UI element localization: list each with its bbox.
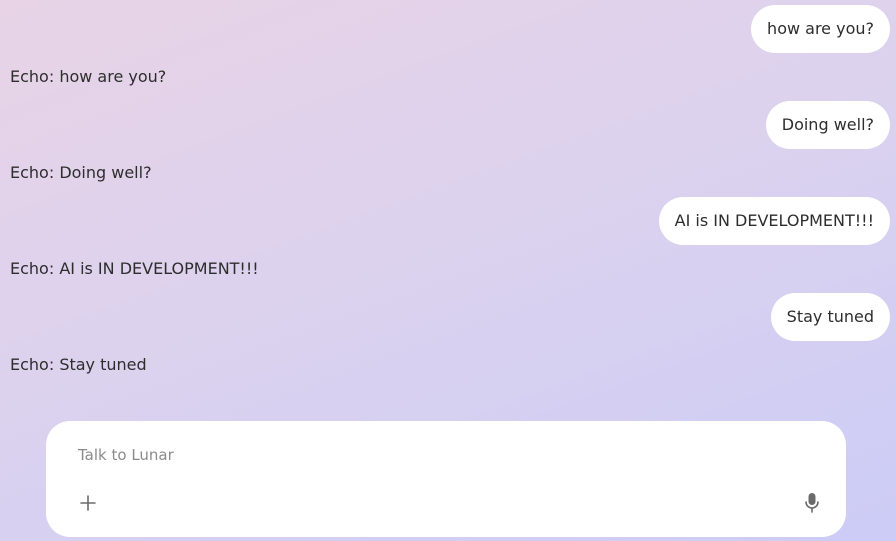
echo-message: Echo: Doing well? <box>10 163 152 182</box>
voice-input-button[interactable] <box>798 489 826 517</box>
message-input[interactable] <box>76 443 780 467</box>
user-message-bubble: AI is IN DEVELOPMENT!!! <box>658 197 890 245</box>
echo-message: Echo: Stay tuned <box>10 355 147 374</box>
message-composer <box>46 421 846 537</box>
microphone-icon <box>805 493 819 513</box>
user-message-row: Doing well? <box>765 101 890 149</box>
user-message-row: AI is IN DEVELOPMENT!!! <box>658 197 890 245</box>
user-message-row: how are you? <box>751 5 890 53</box>
add-attachment-button[interactable] <box>74 489 102 517</box>
user-message-bubble: how are you? <box>751 5 890 53</box>
plus-icon <box>80 495 96 511</box>
user-message-bubble: Doing well? <box>765 101 890 149</box>
chat-log: how are you? Echo: how are you? Doing we… <box>0 0 896 410</box>
echo-message: Echo: AI is IN DEVELOPMENT!!! <box>10 259 259 278</box>
user-message-row: Stay tuned <box>770 293 890 341</box>
echo-message: Echo: how are you? <box>10 67 167 86</box>
user-message-bubble: Stay tuned <box>770 293 890 341</box>
